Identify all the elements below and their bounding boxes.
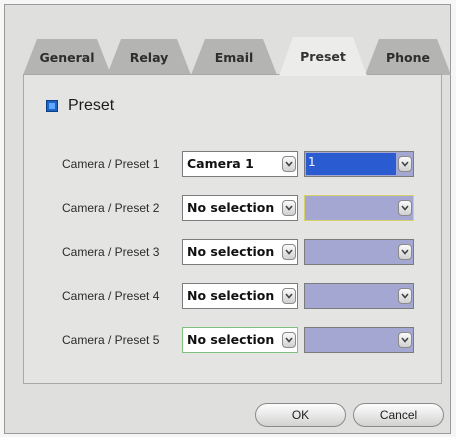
row-label: Camera / Preset 1 bbox=[62, 157, 160, 171]
dialog-window: General Relay Email Preset Phone Preset … bbox=[4, 4, 451, 434]
tab-phone-label: Phone bbox=[385, 49, 431, 65]
row-label: Camera / Preset 3 bbox=[62, 245, 160, 259]
chevron-down-icon[interactable] bbox=[282, 200, 296, 216]
preset-select-3[interactable] bbox=[304, 239, 414, 265]
row-label: Camera / Preset 5 bbox=[62, 333, 160, 347]
chevron-down-icon[interactable] bbox=[398, 200, 412, 216]
preset-row-1: Camera / Preset 1 Camera 1 1 bbox=[24, 151, 441, 179]
camera-select-value: No selection bbox=[187, 288, 275, 303]
tab-phone[interactable]: Phone bbox=[365, 39, 451, 75]
preset-select-value: 1 bbox=[306, 153, 396, 175]
camera-select-3[interactable]: No selection bbox=[182, 239, 298, 265]
preset-select-2[interactable] bbox=[304, 195, 414, 221]
tab-preset-label: Preset bbox=[300, 49, 346, 64]
preset-row-4: Camera / Preset 4 No selection bbox=[24, 283, 441, 311]
chevron-down-icon[interactable] bbox=[282, 244, 296, 260]
checkbox-icon[interactable] bbox=[46, 100, 58, 112]
camera-select-5[interactable]: No selection bbox=[182, 327, 298, 353]
row-label: Camera / Preset 4 bbox=[62, 289, 160, 303]
camera-select-value: Camera 1 bbox=[187, 156, 254, 171]
camera-select-4[interactable]: No selection bbox=[182, 283, 298, 309]
chevron-down-icon[interactable] bbox=[398, 288, 412, 304]
tab-relay-label: Relay bbox=[129, 49, 169, 65]
preset-select-1[interactable]: 1 bbox=[304, 151, 414, 177]
ok-button[interactable]: OK bbox=[255, 403, 346, 427]
tab-email[interactable]: Email bbox=[191, 39, 277, 75]
preset-row-5: Camera / Preset 5 No selection bbox=[24, 327, 441, 355]
camera-select-value: No selection bbox=[187, 244, 275, 259]
chevron-down-icon[interactable] bbox=[398, 156, 412, 172]
preset-select-5[interactable] bbox=[304, 327, 414, 353]
camera-select-value: No selection bbox=[187, 200, 275, 215]
chevron-down-icon[interactable] bbox=[398, 244, 412, 260]
tab-preset[interactable]: Preset bbox=[279, 37, 367, 76]
camera-select-1[interactable]: Camera 1 bbox=[182, 151, 298, 177]
section-header: Preset bbox=[46, 97, 114, 115]
preset-row-2: Camera / Preset 2 No selection bbox=[24, 195, 441, 223]
tab-general-label: General bbox=[39, 49, 95, 65]
preset-select-4[interactable] bbox=[304, 283, 414, 309]
chevron-down-icon[interactable] bbox=[282, 156, 296, 172]
chevron-down-icon[interactable] bbox=[398, 332, 412, 348]
camera-select-value: No selection bbox=[187, 332, 275, 347]
preset-row-3: Camera / Preset 3 No selection bbox=[24, 239, 441, 267]
cancel-button[interactable]: Cancel bbox=[353, 403, 444, 427]
row-label: Camera / Preset 2 bbox=[62, 201, 160, 215]
camera-select-2[interactable]: No selection bbox=[182, 195, 298, 221]
chevron-down-icon[interactable] bbox=[282, 332, 296, 348]
chevron-down-icon[interactable] bbox=[282, 288, 296, 304]
tab-bar: General Relay Email Preset Phone bbox=[23, 37, 443, 75]
tab-relay[interactable]: Relay bbox=[107, 39, 191, 75]
section-title: Preset bbox=[68, 97, 115, 114]
tab-general[interactable]: General bbox=[23, 39, 111, 75]
tab-email-label: Email bbox=[214, 49, 254, 65]
preset-panel: Preset Camera / Preset 1 Camera 1 1 Came… bbox=[23, 74, 442, 384]
